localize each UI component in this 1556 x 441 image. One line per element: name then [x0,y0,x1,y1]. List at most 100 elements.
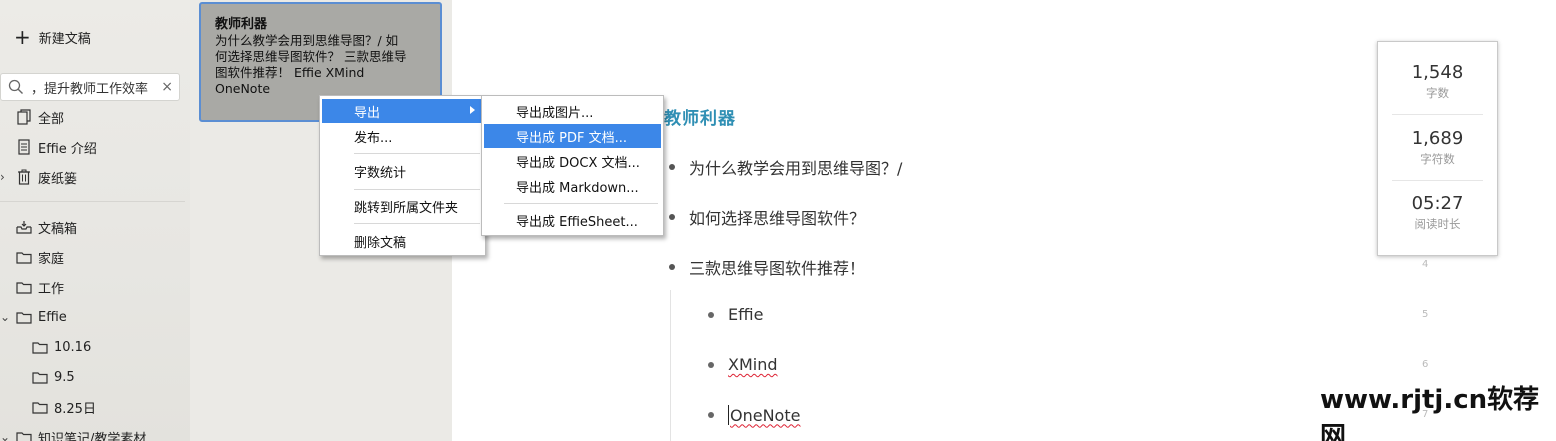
sidebar-item-folder-9-5[interactable]: 9.5 [16,365,75,389]
document-icon [14,139,34,155]
word-count-panel: 1,548 字数 1,689 字符数 05:27 阅读时长 [1377,41,1498,256]
sub-bullet-item[interactable]: XMind [708,355,778,374]
sidebar-item-label: 家庭 [38,251,65,267]
sidebar-item-folder-10-16[interactable]: 10.16 [16,335,91,359]
sidebar-item-label: 知识笔记/教学素材 [38,431,147,441]
plus-icon: + [14,25,31,49]
bullet-item[interactable]: 如何选择思维导图软件？ [669,205,865,229]
word-count-label: 字数 [1426,86,1449,100]
menu-item-export-image[interactable]: 导出成图片... [484,99,661,123]
sidebar-item-label: 废纸篓 [38,171,78,187]
sidebar-item-folder-notes[interactable]: ⌄ 知识笔记/教学素材 [0,425,146,441]
bullet-text[interactable]: 为什么教学会用到思维导图？/ [689,155,902,179]
sidebar-item-trash[interactable]: › 废纸篓 [0,165,77,189]
line-number: 5 [1422,309,1429,320]
bullet-item[interactable]: 为什么教学会用到思维导图？/ [669,155,902,179]
snippet-line: 为什么教学会用到思维导图？/ 如 [215,33,399,48]
export-submenu: 导出成图片... 导出成 PDF 文档... 导出成 DOCX 文档... 导出… [481,95,664,236]
bullet-text[interactable]: 三款思维导图软件推荐！ [689,255,865,279]
sub-bullet-item[interactable]: Effie [708,305,763,324]
menu-item-word-count[interactable]: 字数统计 [322,159,483,183]
stats-divider [1392,114,1483,115]
char-count-label: 字符数 [1420,152,1455,166]
sidebar-item-folder-effie[interactable]: ⌄ Effie [0,305,67,329]
sidebar-item-all[interactable]: 全部 [0,105,64,129]
menu-separator [354,189,480,190]
sidebar-item-folder-family[interactable]: 家庭 [0,245,64,269]
submenu-arrow-icon [470,106,475,114]
bullet-item[interactable]: 三款思维导图软件推荐！ [669,255,865,279]
bullet-text[interactable]: 如何选择思维导图软件？ [689,205,865,229]
document-card-snippet: 为什么教学会用到思维导图？/ 如 何选择思维导图软件？ 三款思维导 图软件推荐！… [215,33,426,97]
menu-item-label: 导出成 Markdown... [516,180,639,196]
stats-divider [1392,180,1483,181]
menu-item-export[interactable]: 导出 [322,99,483,123]
sidebar-item-folder-8-25[interactable]: 8.25日 [16,395,96,419]
word-count-stat: 1,548 字数 [1378,62,1497,101]
sidebar-item-label: 8.25日 [54,401,96,417]
menu-item-label: 导出成 PDF 文档... [516,130,627,146]
char-count-stat: 1,689 字符数 [1378,128,1497,167]
snippet-line: 图软件推荐！ Effie XMind [215,65,365,80]
chevron-down-icon[interactable]: ⌄ [0,310,10,324]
bullet-dot[interactable] [669,264,675,270]
bullet-dot[interactable] [708,311,714,318]
sidebar-item-label: 全部 [38,111,65,127]
bullet-text[interactable]: Effie [728,305,763,324]
menu-item-publish[interactable]: 发布... [322,124,483,148]
sub-bullet-item[interactable]: OneNote [708,405,800,425]
chevron-down-icon[interactable]: ⌄ [0,430,10,441]
word-count-value: 1,548 [1411,62,1464,83]
new-document-label: 新建文稿 [38,31,91,47]
folder-icon [14,279,34,295]
sidebar-divider [0,201,185,202]
documents-icon [14,109,34,125]
menu-item-export-effiesheet[interactable]: 导出成 EffieSheet... [484,208,661,232]
bullet-dot[interactable] [669,214,675,220]
sidebar: + 新建文稿 × 全部 Effie 介绍 › 废纸篓 文稿箱 [0,0,190,441]
folder-icon [14,309,34,325]
document-heading[interactable]: 教师利器 [664,104,736,129]
text-caret [728,405,729,425]
menu-item-label: 导出成图片... [516,105,594,121]
document-card-title: 教师利器 [215,17,268,32]
search-field[interactable]: × [0,73,180,101]
line-number: 4 [1422,259,1429,270]
menu-separator [504,203,658,204]
menu-separator [354,153,480,154]
inbox-icon [14,219,34,235]
folder-icon [30,339,50,355]
char-count-value: 1,689 [1411,128,1464,149]
clear-search-icon[interactable]: × [161,79,173,95]
menu-item-export-docx[interactable]: 导出成 DOCX 文档... [484,149,661,173]
sidebar-item-label: 文稿箱 [38,221,78,237]
sidebar-item-label: 工作 [38,281,65,297]
sidebar-item-label: Effie [38,309,67,325]
menu-item-label: 导出 [354,105,381,121]
search-input[interactable] [31,79,151,95]
reading-time-label: 阅读时长 [1414,217,1461,231]
folder-icon [30,399,50,415]
snippet-line: 何选择思维导图软件？ 三款思维导 [215,49,407,64]
chevron-right-icon[interactable]: › [0,170,10,184]
menu-item-delete[interactable]: 删除文稿 [322,229,483,253]
sidebar-item-effie-intro[interactable]: Effie 介绍 [0,135,97,159]
new-document-button[interactable]: + 新建文稿 [14,26,91,48]
reading-time-value: 05:27 [1411,193,1464,214]
menu-item-export-markdown[interactable]: 导出成 Markdown... [484,174,661,198]
menu-item-label: 导出成 DOCX 文档... [516,155,640,171]
context-menu: 导出 发布... 字数统计 跳转到所属文件夹 删除文稿 [319,95,486,256]
reading-time-stat: 05:27 阅读时长 [1378,193,1497,232]
menu-item-label: 导出成 EffieSheet... [516,214,638,230]
bullet-text[interactable]: XMind [728,355,778,374]
bullet-text[interactable]: OneNote [730,406,800,425]
sidebar-item-folder-work[interactable]: 工作 [0,275,64,299]
menu-item-label: 跳转到所属文件夹 [354,200,459,216]
bullet-dot[interactable] [708,361,714,368]
sidebar-item-label: 9.5 [54,369,75,385]
sidebar-item-inbox[interactable]: 文稿箱 [0,215,77,239]
menu-item-go-to-folder[interactable]: 跳转到所属文件夹 [322,194,483,218]
bullet-dot[interactable] [708,412,714,418]
bullet-dot[interactable] [669,164,675,170]
menu-item-export-pdf[interactable]: 导出成 PDF 文档... [484,124,661,148]
